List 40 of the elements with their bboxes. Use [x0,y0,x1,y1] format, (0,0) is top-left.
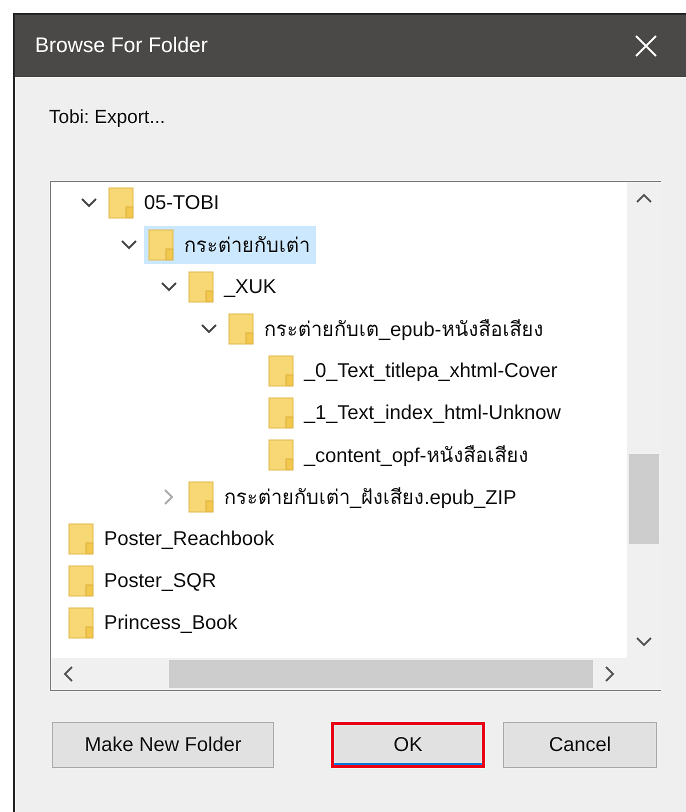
tree-item[interactable]: กระต่ายกับเต่า_ฝังเสียง.epub_ZIP [184,478,522,516]
tree-item[interactable]: _XUK [184,268,282,306]
scroll-down-icon[interactable] [636,637,652,647]
tree-item[interactable]: _0_Text_titlepa_xhtml-Cover [264,352,564,390]
close-button[interactable] [634,34,658,58]
folder-icon [268,355,294,387]
close-icon [634,34,658,58]
tree-item[interactable]: _1_Text_index_html-Unknow [264,394,567,432]
folder-icon [148,229,174,261]
scroll-thumb[interactable] [629,454,659,544]
tree-item[interactable]: กระต่ายกับเต่า [144,226,316,264]
folder-icon [68,565,94,597]
folder-icon [68,607,94,639]
folder-icon [68,523,94,555]
chevron-down-icon[interactable] [201,324,217,334]
dialog-button[interactable]: Cancel [503,722,657,768]
description-text: Tobi: Export... [49,107,166,129]
tree-item[interactable]: 05-TOBI [104,184,226,222]
folder-icon [188,271,214,303]
chevron-down-icon[interactable] [81,198,97,208]
folder-icon [228,313,254,345]
folder-icon [108,187,134,219]
folder-icon [268,397,294,429]
scroll-up-icon[interactable] [636,193,652,203]
tree-item[interactable]: กระต่ายกับเต_epub-หนังสือเสียง [224,310,550,348]
scroll-left-icon[interactable] [63,666,73,682]
tree-item[interactable]: Princess_Book [64,604,244,642]
scroll-thumb[interactable] [169,660,593,688]
chevron-down-icon[interactable] [121,240,137,250]
dialog-button[interactable]: Make New Folder [52,722,274,768]
folder-icon [188,481,214,513]
tree-item[interactable]: _content_opf-หนังสือเสียง [264,436,534,474]
dialog-button[interactable]: OK [331,722,485,768]
horizontal-scrollbar[interactable] [51,658,627,690]
window-title: Browse For Folder [35,34,208,58]
tree-item[interactable]: Poster_Reachbook [64,520,280,558]
scroll-right-icon[interactable] [605,666,615,682]
folder-icon [268,439,294,471]
tree-item[interactable]: Poster_SQR [64,562,222,600]
chevron-down-icon[interactable] [161,282,177,292]
